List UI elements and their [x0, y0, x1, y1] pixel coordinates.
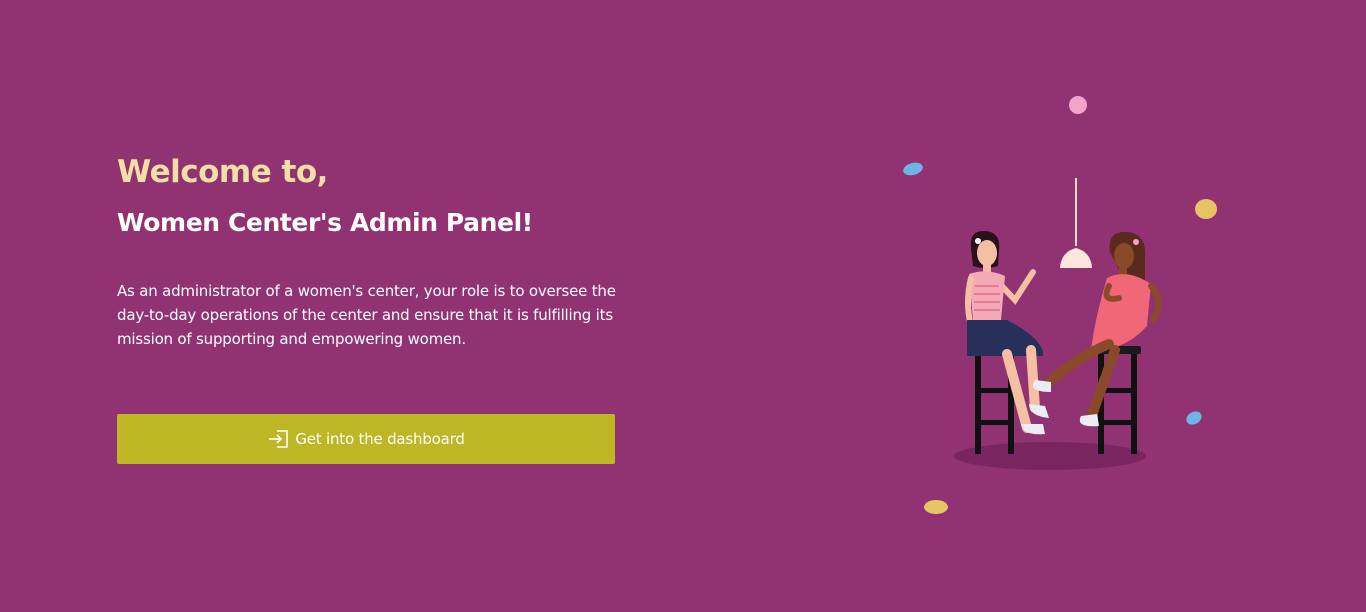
page-title: Women Center's Admin Panel!	[117, 208, 533, 237]
confetti-dot	[1069, 96, 1087, 114]
confetti-dot	[1195, 199, 1217, 219]
confetti-dot	[1186, 411, 1202, 425]
intro-description: As an administrator of a women's center,…	[117, 282, 616, 348]
dashboard-button-label: Get into the dashboard	[295, 430, 465, 448]
dashboard-button[interactable]: Get into the dashboard	[117, 414, 615, 464]
right-woman	[1033, 231, 1162, 427]
confetti-dot	[924, 500, 948, 514]
two-women-talking-illustration	[895, 88, 1235, 528]
login-icon	[267, 429, 289, 449]
floor-shadow	[954, 442, 1146, 470]
lamp-shade	[1060, 248, 1092, 268]
welcome-heading: Welcome to,	[117, 154, 328, 190]
confetti-dot	[903, 162, 923, 176]
